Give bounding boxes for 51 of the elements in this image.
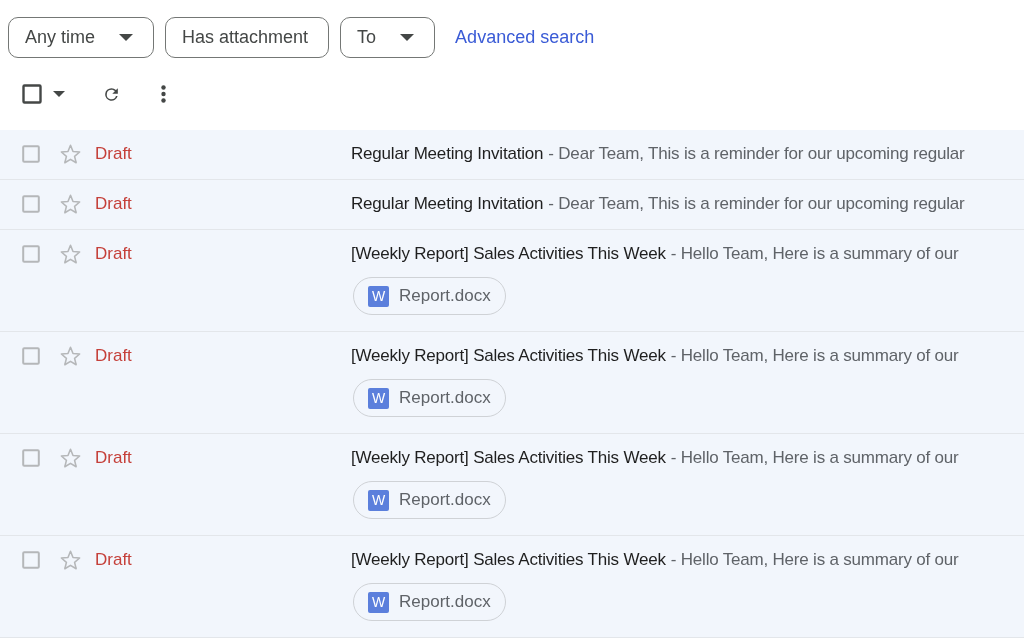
- row-checkbox[interactable]: [22, 449, 40, 467]
- message-row[interactable]: Draft [Weekly Report] Sales Activities This Week - Hello Team, Here is a summary of our W Report.docx: [0, 536, 1024, 638]
- more-options-icon[interactable]: [161, 85, 166, 103]
- message-row[interactable]: Draft [Weekly Report] Sales Activities This Week - Hello Team, Here is a summary of our W Report.docx: [0, 230, 1024, 332]
- document-icon: W: [368, 387, 389, 409]
- row-checkbox[interactable]: [22, 145, 40, 163]
- select-all-checkbox[interactable]: [22, 84, 42, 104]
- message-subject: [Weekly Report] Sales Activities This Week: [351, 550, 666, 569]
- sender-name: Draft: [95, 347, 132, 365]
- row-checkbox[interactable]: [22, 347, 40, 365]
- star-icon[interactable]: [60, 244, 81, 264]
- message-subject: [Weekly Report] Sales Activities This Week: [351, 244, 666, 263]
- message-snippet: - Hello Team, Here is a summary of our: [670, 448, 959, 467]
- attachment-chip[interactable]: W Report.docx: [353, 481, 506, 519]
- sender-name: Draft: [95, 195, 132, 213]
- advanced-search-link[interactable]: Advanced search: [455, 27, 595, 48]
- row-checkbox[interactable]: [22, 551, 40, 569]
- message-subject: [Weekly Report] Sales Activities This Week: [351, 346, 666, 365]
- star-icon[interactable]: [60, 346, 81, 366]
- message-snippet: - Dear Team, This is a reminder for our upcoming regular: [548, 144, 965, 163]
- document-icon: W: [368, 591, 389, 613]
- sender-name: Draft: [95, 245, 132, 263]
- star-icon[interactable]: [60, 194, 81, 214]
- sender-name: Draft: [95, 145, 132, 163]
- document-icon: W: [368, 285, 389, 307]
- message-subject: Regular Meeting Invitation: [351, 194, 544, 213]
- message-snippet: - Hello Team, Here is a summary of our: [670, 550, 959, 569]
- star-icon[interactable]: [60, 144, 81, 164]
- message-snippet: - Hello Team, Here is a summary of our: [670, 346, 959, 365]
- sender-name: Draft: [95, 449, 132, 467]
- attachment-chip[interactable]: W Report.docx: [353, 277, 506, 315]
- row-checkbox[interactable]: [22, 245, 40, 263]
- message-row[interactable]: Draft Regular Meeting Invitation - Dear Team, This is a reminder for our upcoming regular: [0, 180, 1024, 230]
- attachment-chip[interactable]: W Report.docx: [353, 583, 506, 621]
- message-subject: [Weekly Report] Sales Activities This Week: [351, 448, 666, 467]
- star-icon[interactable]: [60, 550, 81, 570]
- caret-icon[interactable]: [53, 91, 65, 97]
- row-checkbox[interactable]: [22, 195, 40, 213]
- message-snippet: - Hello Team, Here is a summary of our: [670, 244, 959, 263]
- message-row[interactable]: Draft [Weekly Report] Sales Activities This Week - Hello Team, Here is a summary of our W Report.docx: [0, 434, 1024, 536]
- attachment-chip[interactable]: W Report.docx: [353, 379, 506, 417]
- filter-chip[interactable]: Any time: [8, 17, 155, 58]
- filter-chip[interactable]: To: [340, 17, 436, 58]
- message-row[interactable]: Draft [Weekly Report] Sales Activities This Week - Hello Team, Here is a summary of our W Report.docx: [0, 332, 1024, 434]
- filter-chip[interactable]: Has attachment: [165, 17, 330, 58]
- sender-name: Draft: [95, 551, 132, 569]
- message-row[interactable]: Draft Regular Meeting Invitation - Dear Team, This is a reminder for our upcoming regular: [0, 130, 1024, 180]
- star-icon[interactable]: [60, 448, 81, 468]
- message-snippet: - Dear Team, This is a reminder for our upcoming regular: [548, 194, 965, 213]
- message-subject: Regular Meeting Invitation: [351, 144, 544, 163]
- document-icon: W: [368, 489, 389, 511]
